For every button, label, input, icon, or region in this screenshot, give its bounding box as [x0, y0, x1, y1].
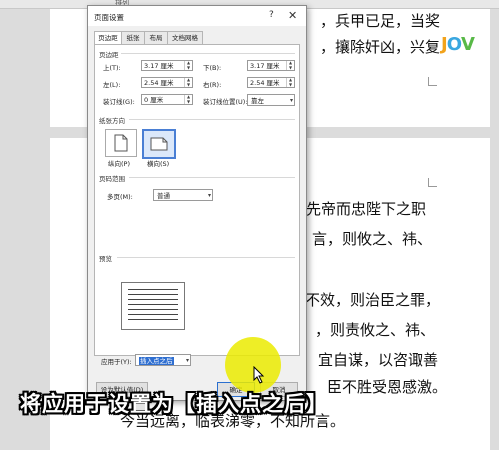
brand-logo: JOV — [441, 34, 475, 55]
page-setup-dialog: 页面设置 ? ✕ 页边距 纸张 布局 文档网格 页边距 上(T): 3.17 厘… — [87, 5, 307, 401]
tab-document-grid[interactable]: 文档网格 — [167, 31, 203, 44]
section-divider — [129, 177, 295, 178]
portrait-page-icon — [114, 134, 128, 152]
mouse-pointer-icon — [253, 366, 265, 384]
multiple-pages-select[interactable]: 普通 ▾ — [153, 189, 213, 201]
bottom-margin-input[interactable]: 3.17 厘米 ▲ ▼ — [247, 60, 295, 71]
doc-line: 宜自谋，以咨诹善 — [318, 351, 439, 369]
margins-section-title: 页边距 — [99, 51, 119, 59]
top-margin-label: 上(T): — [103, 64, 121, 72]
doc-line: 先帝而忠陛下之职 — [306, 200, 427, 218]
preview-line — [128, 299, 178, 300]
preview-line — [128, 294, 178, 295]
preview-line — [128, 289, 178, 290]
preview-line — [128, 304, 178, 305]
doc-line: ，兵甲已足，当奖 — [320, 12, 441, 30]
preview-line — [128, 319, 178, 320]
right-margin-label: 右(R): — [203, 81, 222, 89]
pages-section-title: 页码范围 — [99, 175, 125, 183]
preview-section-title: 预览 — [99, 255, 112, 263]
gutter-label: 装订线(G): — [103, 98, 135, 106]
left-margin-input[interactable]: 2.54 厘米 ▲ ▼ — [141, 77, 193, 88]
gutter-position-label: 装订线位置(U): — [203, 98, 248, 106]
landscape-option[interactable] — [142, 129, 176, 159]
spin-arrows-icon[interactable]: ▲ ▼ — [184, 60, 192, 70]
chevron-down-icon: ▾ — [185, 357, 189, 364]
bottom-margin-label: 下(B): — [203, 64, 222, 72]
chevron-down-icon: ▾ — [207, 192, 211, 199]
gutter-position-select[interactable]: 靠左 ▾ — [247, 94, 295, 106]
doc-line: ，攘除奸凶，兴复 — [320, 38, 441, 56]
section-divider — [121, 53, 295, 54]
chevron-down-icon: ▾ — [289, 97, 293, 104]
doc-line: 不效，则治臣之罪， — [305, 291, 441, 309]
page-preview — [121, 282, 185, 330]
apply-to-label: 应用于(Y): — [101, 358, 132, 366]
landscape-label: 横向(S) — [147, 160, 170, 168]
doc-line: 臣不胜受恩感激。 — [327, 378, 448, 396]
portrait-option[interactable] — [105, 129, 137, 157]
portrait-label: 纵向(P) — [108, 160, 130, 168]
help-icon[interactable]: ? — [269, 10, 274, 20]
cursor-highlight — [225, 337, 281, 393]
video-caption: 将应用于设置为【插入点之后】 — [20, 392, 328, 416]
section-divider — [117, 257, 295, 258]
spin-arrows-icon[interactable]: ▲ ▼ — [184, 77, 192, 87]
tab-margins[interactable]: 页边距 — [94, 31, 122, 45]
doc-line: ，则责攸之、祎、 — [315, 321, 436, 339]
spin-arrows-icon[interactable]: ▲ ▼ — [286, 60, 294, 70]
multiple-pages-label: 多页(M): — [107, 193, 133, 201]
preview-line — [128, 314, 178, 315]
spin-arrows-icon[interactable]: ▲ ▼ — [184, 94, 192, 104]
orientation-section-title: 纸张方向 — [99, 117, 125, 125]
left-margin-label: 左(L): — [103, 81, 121, 89]
section-divider — [129, 119, 295, 120]
doc-line: 言，则攸之、祎、 — [312, 230, 433, 248]
page-corner-mark — [428, 178, 437, 187]
preview-line — [128, 309, 178, 310]
apply-to-select[interactable]: 插入点之后 ▾ — [135, 354, 191, 366]
tab-layout[interactable]: 布局 — [144, 31, 168, 44]
gutter-input[interactable]: 0 厘米 ▲ ▼ — [141, 94, 193, 105]
dialog-title: 页面设置 — [94, 13, 124, 22]
top-margin-input[interactable]: 3.17 厘米 ▲ ▼ — [141, 60, 193, 71]
dialog-titlebar: 页面设置 ? ✕ — [88, 6, 306, 26]
spin-arrows-icon[interactable]: ▲ ▼ — [286, 77, 294, 87]
page-corner-mark — [428, 77, 437, 86]
close-icon[interactable]: ✕ — [288, 9, 297, 22]
tab-paper[interactable]: 纸张 — [121, 31, 145, 44]
right-margin-input[interactable]: 2.54 厘米 ▲ ▼ — [247, 77, 295, 88]
landscape-page-icon — [150, 137, 168, 151]
margins-panel: 页边距 上(T): 3.17 厘米 ▲ ▼ 下(B): 3.17 厘米 ▲ ▼ 左(L)… — [94, 44, 300, 366]
